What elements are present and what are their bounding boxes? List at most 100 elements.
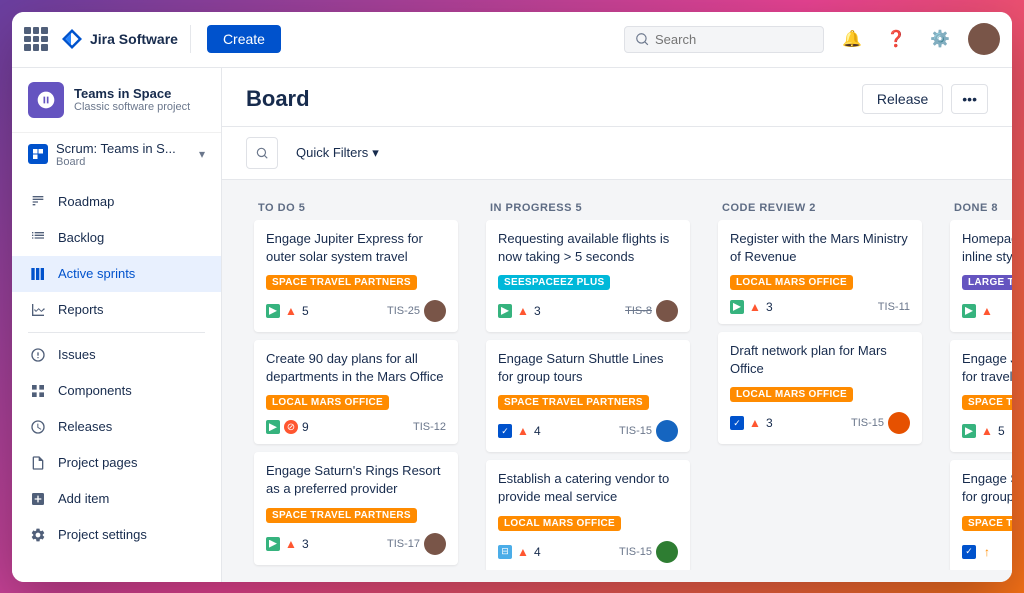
table-row[interactable]: Engage JetShuttle SpaceWays for travelSP… — [950, 340, 1012, 452]
card-title: Requesting available flights is now taki… — [498, 230, 678, 266]
jira-logo[interactable]: Jira Software — [60, 27, 178, 51]
task-icon: ⊟ — [498, 545, 512, 559]
table-row[interactable]: Requesting available flights is now taki… — [486, 220, 690, 332]
search-input[interactable] — [655, 32, 795, 47]
card-avatar — [656, 541, 678, 563]
help-button[interactable]: ❓ — [880, 23, 912, 55]
release-button[interactable]: Release — [862, 84, 943, 114]
card-tag: SPACE TRAVEL PARTNERS — [266, 508, 417, 523]
priority-high-icon: ▲ — [980, 304, 994, 318]
sidebar-item-project-pages[interactable]: Project pages — [12, 445, 221, 481]
story-icon — [962, 304, 976, 318]
backlog-icon — [28, 228, 48, 248]
scrum-info: Scrum: Teams in S... Board — [56, 141, 191, 168]
sidebar-scrum-item[interactable]: Scrum: Teams in S... Board ▾ — [12, 133, 221, 176]
active-sprints-icon — [28, 264, 48, 284]
sidebar-item-backlog[interactable]: Backlog — [12, 220, 221, 256]
settings-button[interactable]: ⚙️ — [924, 23, 956, 55]
card-id: TIS-15 — [851, 417, 884, 429]
card-id: TIS-25 — [387, 305, 420, 317]
card-avatar — [888, 412, 910, 434]
sidebar-item-releases[interactable]: Releases — [12, 409, 221, 445]
card-count: 9 — [302, 420, 309, 434]
story-icon — [266, 304, 280, 318]
card-title: Draft network plan for Mars Office — [730, 342, 910, 378]
col-cards-codereview: Register with the Mars Ministry of Reven… — [710, 220, 930, 570]
card-footer: ▲3TIS-11 — [730, 300, 910, 314]
story-icon — [962, 424, 976, 438]
card-id: TIS-15 — [619, 546, 652, 558]
table-row[interactable]: Establish a catering vendor to provide m… — [486, 460, 690, 569]
story-icon — [266, 537, 280, 551]
card-id: TIS-15 — [619, 425, 652, 437]
table-row[interactable]: Engage Saturn's Rings Resort as a prefer… — [254, 452, 458, 564]
kanban-board: TO DO 5Engage Jupiter Express for outer … — [222, 180, 1012, 582]
table-row[interactable]: Engage Saturn Shuttle Lines for group to… — [950, 460, 1012, 569]
story-icon — [266, 420, 280, 434]
card-tag: LOCAL MARS OFFICE — [730, 275, 853, 290]
roadmap-icon — [28, 192, 48, 212]
sidebar-item-active-sprints[interactable]: Active sprints — [12, 256, 221, 292]
table-row[interactable]: Engage Saturn Shuttle Lines for group to… — [486, 340, 690, 452]
filter-search-icon[interactable] — [246, 137, 278, 169]
table-row[interactable]: Engage Jupiter Express for outer solar s… — [254, 220, 458, 332]
quick-filters-button[interactable]: Quick Filters ▾ — [288, 141, 387, 165]
card-count: 3 — [766, 416, 773, 430]
card-icons: ▲5 — [266, 304, 383, 318]
card-count: 3 — [302, 537, 309, 551]
sidebar-item-label-reports: Reports — [58, 302, 104, 317]
sidebar-item-label-issues: Issues — [58, 347, 96, 362]
search-box[interactable] — [624, 26, 824, 53]
card-icons: ✓ ▲ 3 — [730, 416, 847, 430]
card-tag: LOCAL MARS OFFICE — [266, 395, 389, 410]
check-icon: ✓ — [498, 424, 512, 438]
issues-icon — [28, 345, 48, 365]
sidebar-item-label-backlog: Backlog — [58, 230, 104, 245]
project-header: Teams in Space Classic software project — [12, 68, 221, 133]
card-title: Engage Saturn Shuttle Lines for group to… — [498, 350, 678, 386]
kanban-col-inprogress: IN PROGRESS 5Requesting available flight… — [478, 192, 698, 570]
table-row[interactable]: Draft network plan for Mars Office LOCAL … — [718, 332, 922, 444]
add-item-icon — [28, 489, 48, 509]
search-icon — [635, 32, 649, 46]
sidebar-item-roadmap[interactable]: Roadmap — [12, 184, 221, 220]
check-icon: ✓ — [730, 416, 744, 430]
create-button[interactable]: Create — [207, 25, 281, 53]
sidebar-nav: Roadmap Backlog Active sprints — [12, 176, 221, 561]
table-row[interactable]: Create 90 day plans for all departments … — [254, 340, 458, 444]
notifications-button[interactable]: 🔔 — [836, 23, 868, 55]
sidebar-item-add-item[interactable]: Add item — [12, 481, 221, 517]
priority-high-icon: ▲ — [748, 416, 762, 430]
card-count: 3 — [766, 300, 773, 314]
blocked-icon: ⊘ — [284, 420, 298, 434]
sidebar-item-issues[interactable]: Issues — [12, 337, 221, 373]
card-title: Register with the Mars Ministry of Reven… — [730, 230, 910, 266]
more-options-button[interactable]: ••• — [951, 84, 988, 114]
user-avatar[interactable] — [968, 23, 1000, 55]
card-icons: ▲ — [962, 304, 1012, 318]
sidebar-item-label-releases: Releases — [58, 419, 112, 434]
card-footer: ✓ ▲ 3 TIS-15 — [730, 412, 910, 434]
priority-high-icon: ▲ — [748, 300, 762, 314]
card-avatar — [656, 420, 678, 442]
sidebar-item-label-roadmap: Roadmap — [58, 194, 114, 209]
table-row[interactable]: Register with the Mars Ministry of Reven… — [718, 220, 922, 324]
project-info: Teams in Space Classic software project — [74, 86, 205, 113]
card-tag: LOCAL MARS OFFICE — [730, 387, 853, 402]
priority-high-icon: ▲ — [284, 304, 298, 318]
card-footer: ✓ ▲ 4 TIS-15 — [498, 420, 678, 442]
sidebar-item-label-active-sprints: Active sprints — [58, 266, 135, 281]
card-tag: SPACE TRAVEL PARTNERS — [266, 275, 417, 290]
table-row[interactable]: Homepage footer uses an inline style–sho… — [950, 220, 1012, 332]
sidebar-item-project-settings[interactable]: Project settings — [12, 517, 221, 553]
card-id: TIS-12 — [413, 421, 446, 433]
card-title: Engage Jupiter Express for outer solar s… — [266, 230, 446, 266]
priority-high-icon: ▲ — [516, 424, 530, 438]
card-count: 4 — [534, 424, 541, 438]
story-icon — [730, 300, 744, 314]
sidebar-item-components[interactable]: Components — [12, 373, 221, 409]
col-header-done: DONE 8 — [942, 192, 1012, 220]
grid-menu-icon[interactable] — [24, 27, 48, 51]
priority-high-icon: ▲ — [284, 537, 298, 551]
sidebar-item-reports[interactable]: Reports — [12, 292, 221, 328]
